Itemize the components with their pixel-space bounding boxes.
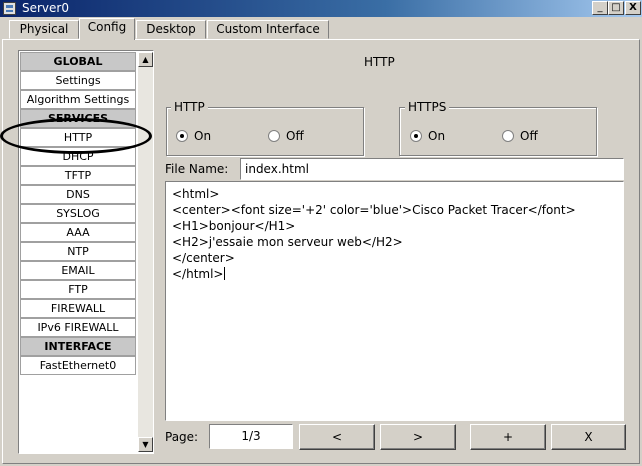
minimize-button[interactable]: _ — [592, 1, 608, 15]
https-off-radio[interactable] — [502, 130, 514, 142]
page-label: Page: — [165, 430, 199, 444]
sidebar-item-ftp[interactable]: FTP — [20, 280, 136, 299]
scroll-down-arrow-icon[interactable]: ▼ — [138, 437, 153, 452]
html-editor[interactable]: <html> <center><font size='+2' color='bl… — [165, 181, 624, 421]
sidebar-item-ipv6-firewall[interactable]: IPv6 FIREWALL — [20, 318, 136, 337]
server-icon — [3, 2, 16, 15]
http-group-label: HTTP — [171, 100, 208, 114]
sidebar: GLOBAL Settings Algorithm Settings SERVI… — [18, 50, 154, 454]
https-group-label: HTTPS — [405, 100, 450, 114]
add-page-button[interactable]: + — [470, 424, 546, 450]
sidebar-scrollbar[interactable]: ▲ ▼ — [138, 52, 153, 452]
title-bar[interactable]: Server0 _ □ X — [0, 0, 642, 17]
page-title: HTTP — [364, 55, 395, 69]
sidebar-item-http[interactable]: HTTP — [20, 128, 136, 147]
maximize-button[interactable]: □ — [608, 1, 624, 15]
sidebar-item-dhcp[interactable]: DHCP — [20, 147, 136, 166]
page-input[interactable]: 1/3 — [209, 424, 293, 449]
tab-desktop[interactable]: Desktop — [136, 20, 206, 39]
sidebar-item-firewall[interactable]: FIREWALL — [20, 299, 136, 318]
sidebar-header-global: GLOBAL — [20, 52, 136, 71]
tab-physical[interactable]: Physical — [9, 20, 79, 39]
sidebar-item-tftp[interactable]: TFTP — [20, 166, 136, 185]
sidebar-item-email[interactable]: EMAIL — [20, 261, 136, 280]
tab-config[interactable]: Config — [79, 18, 135, 40]
http-off-label[interactable]: Off — [286, 129, 304, 143]
sidebar-item-syslog[interactable]: SYSLOG — [20, 204, 136, 223]
https-on-label[interactable]: On — [428, 129, 445, 143]
delete-page-button[interactable]: X — [551, 424, 626, 450]
scroll-up-arrow-icon[interactable]: ▲ — [138, 52, 153, 67]
sidebar-header-interface: INTERFACE — [20, 337, 136, 356]
https-on-radio[interactable] — [410, 130, 422, 142]
editor-content: <html> <center><font size='+2' color='bl… — [172, 187, 576, 281]
https-off-label[interactable]: Off — [520, 129, 538, 143]
tab-custom-interface[interactable]: Custom Interface — [207, 20, 329, 39]
file-name-label: File Name: — [165, 162, 229, 176]
file-name-input[interactable]: index.html — [240, 158, 624, 180]
next-page-button[interactable]: > — [380, 424, 456, 450]
sidebar-item-settings[interactable]: Settings — [20, 71, 136, 90]
sidebar-item-fastethernet0[interactable]: FastEthernet0 — [20, 356, 136, 375]
http-on-radio[interactable] — [176, 130, 188, 142]
sidebar-item-dns[interactable]: DNS — [20, 185, 136, 204]
sidebar-header-services: SERVICES — [20, 109, 136, 128]
sidebar-item-ntp[interactable]: NTP — [20, 242, 136, 261]
http-on-label[interactable]: On — [194, 129, 211, 143]
sidebar-item-algorithm-settings[interactable]: Algorithm Settings — [20, 90, 136, 109]
text-cursor — [223, 267, 225, 280]
http-off-radio[interactable] — [268, 130, 280, 142]
window-title: Server0 — [22, 1, 69, 15]
previous-page-button[interactable]: < — [299, 424, 375, 450]
sidebar-item-aaa[interactable]: AAA — [20, 223, 136, 242]
close-button[interactable]: X — [625, 1, 641, 15]
